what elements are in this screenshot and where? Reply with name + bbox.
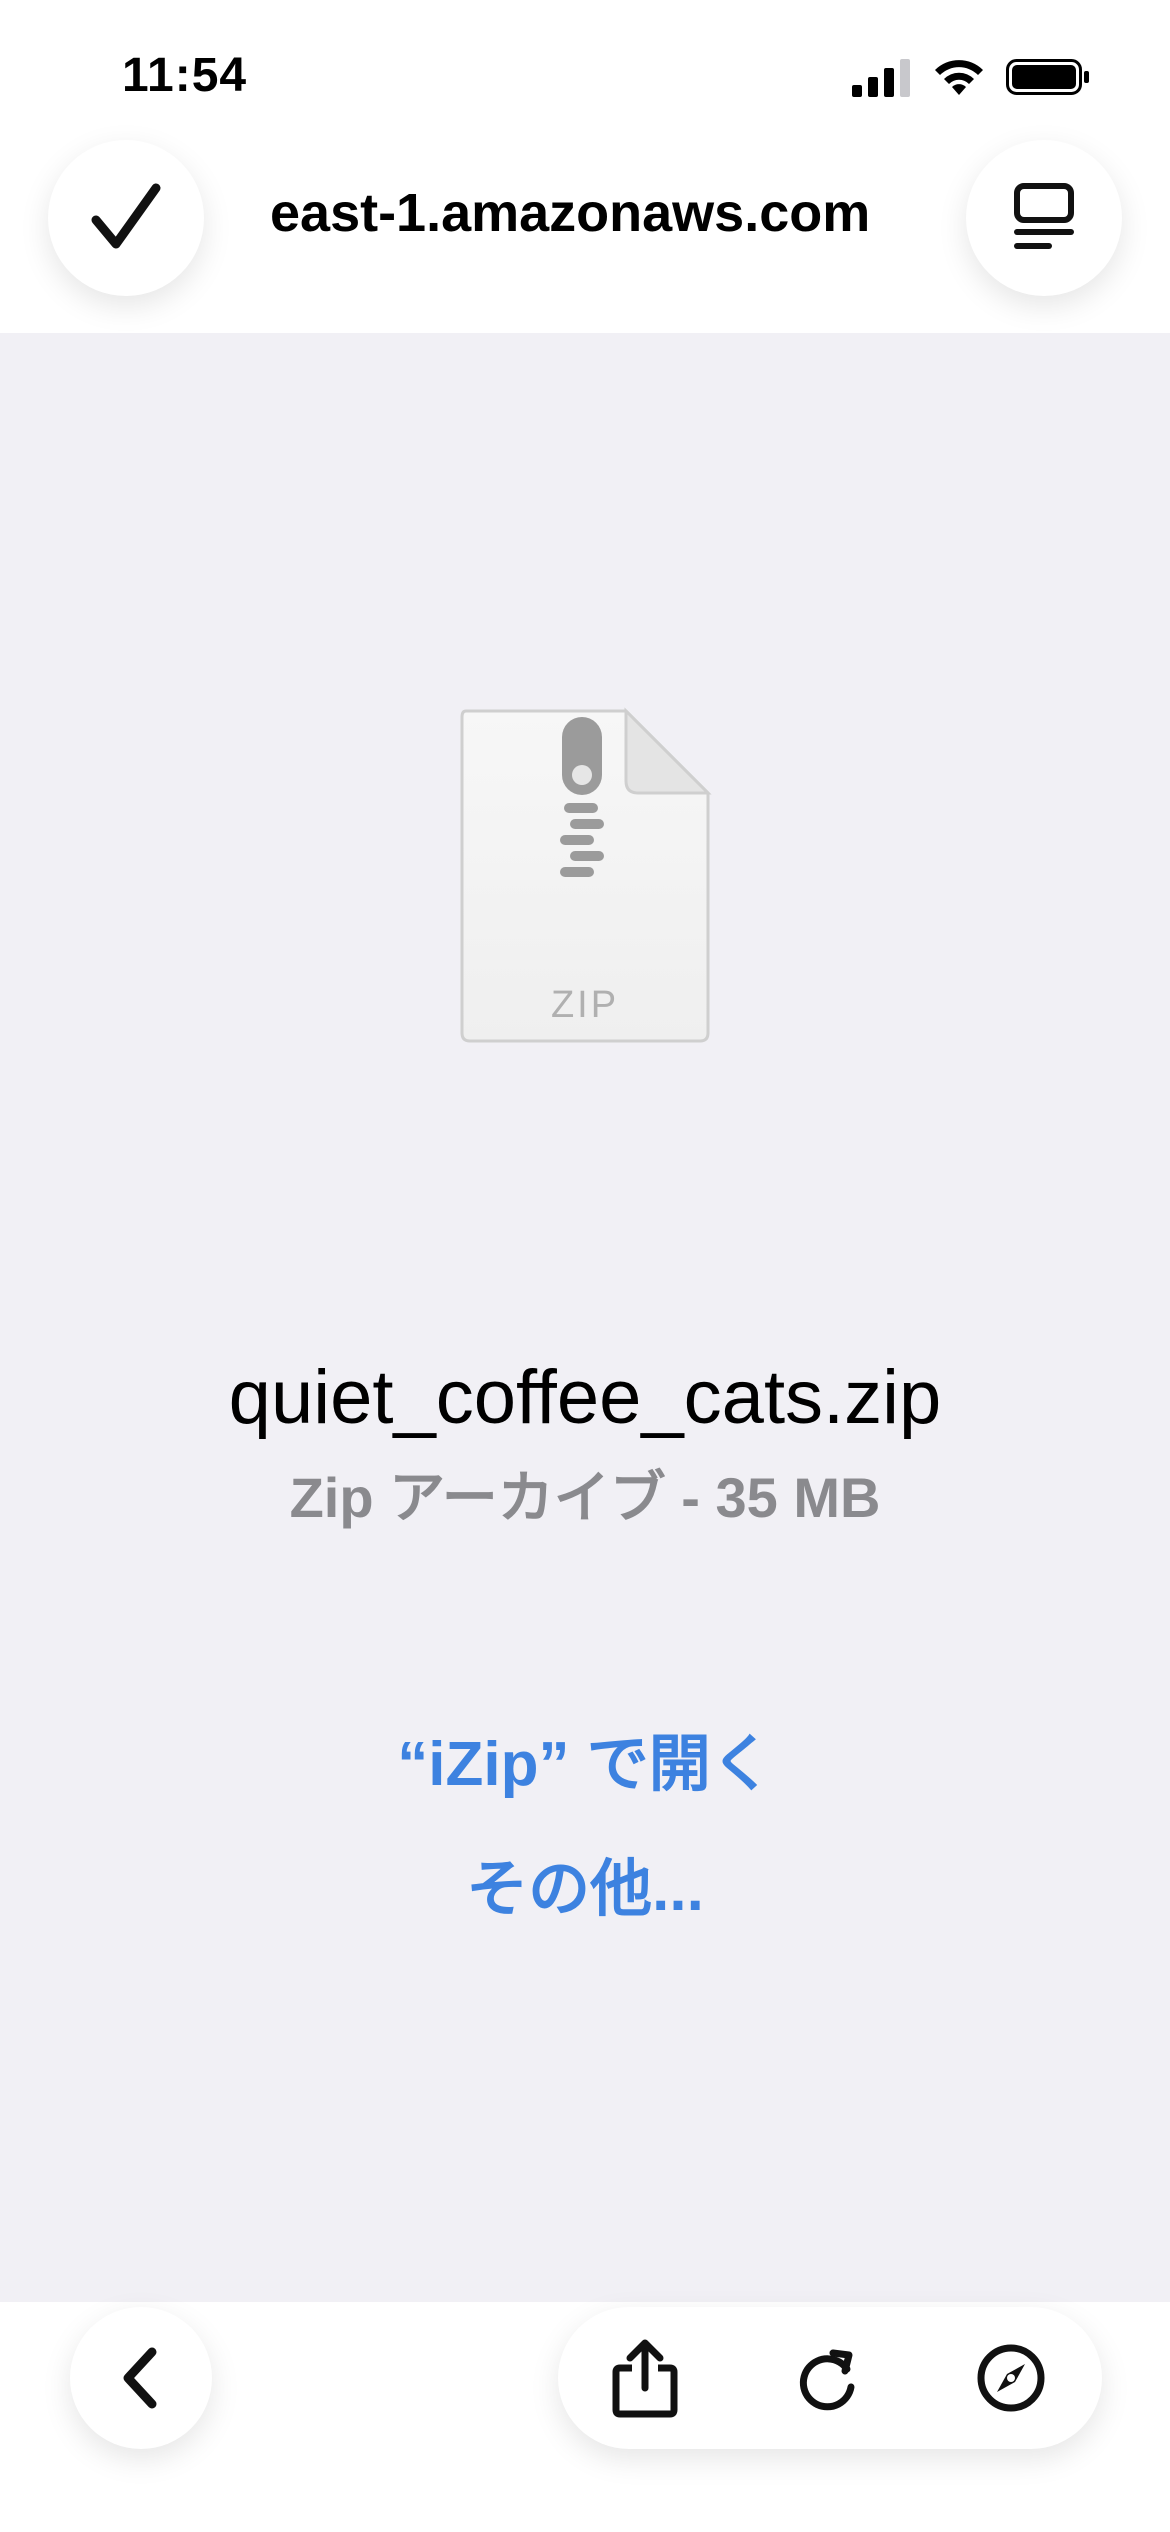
tabs-button[interactable] [966, 140, 1122, 296]
done-button[interactable] [48, 140, 204, 296]
open-in-izip-link[interactable]: “iZip” で開く [0, 1720, 1170, 1810]
reload-icon [799, 2349, 855, 2411]
checkmark-icon [91, 183, 161, 249]
compass-icon [977, 2344, 1045, 2412]
file-name: quiet_coffee_cats.zip [228, 1355, 942, 1440]
top-bar: 11:54 east-1.amazonaws.com [0, 0, 1170, 333]
back-button[interactable] [70, 2307, 212, 2449]
reload-button[interactable] [780, 2330, 876, 2426]
share-icon [612, 2339, 678, 2418]
more-options-link[interactable]: その他... [0, 1845, 1170, 1935]
url-text: east-1.amazonaws.com [270, 183, 871, 243]
status-time: 11:54 [122, 49, 248, 102]
signal-icon [852, 59, 910, 97]
status-icons [852, 52, 1090, 102]
file-meta: Zip アーカイブ - 35 MB [289, 1466, 881, 1529]
zip-icon-label: ZIP [551, 984, 619, 1026]
battery-icon [1006, 59, 1089, 95]
tabs-overview-icon [1014, 183, 1074, 249]
chevron-left-icon [123, 2347, 157, 2409]
compass-button[interactable] [963, 2330, 1059, 2426]
wifi-icon [935, 60, 983, 95]
share-button[interactable] [597, 2330, 693, 2426]
url-field[interactable]: east-1.amazonaws.com [270, 178, 946, 248]
zip-file-icon: ZIP [460, 707, 712, 1043]
